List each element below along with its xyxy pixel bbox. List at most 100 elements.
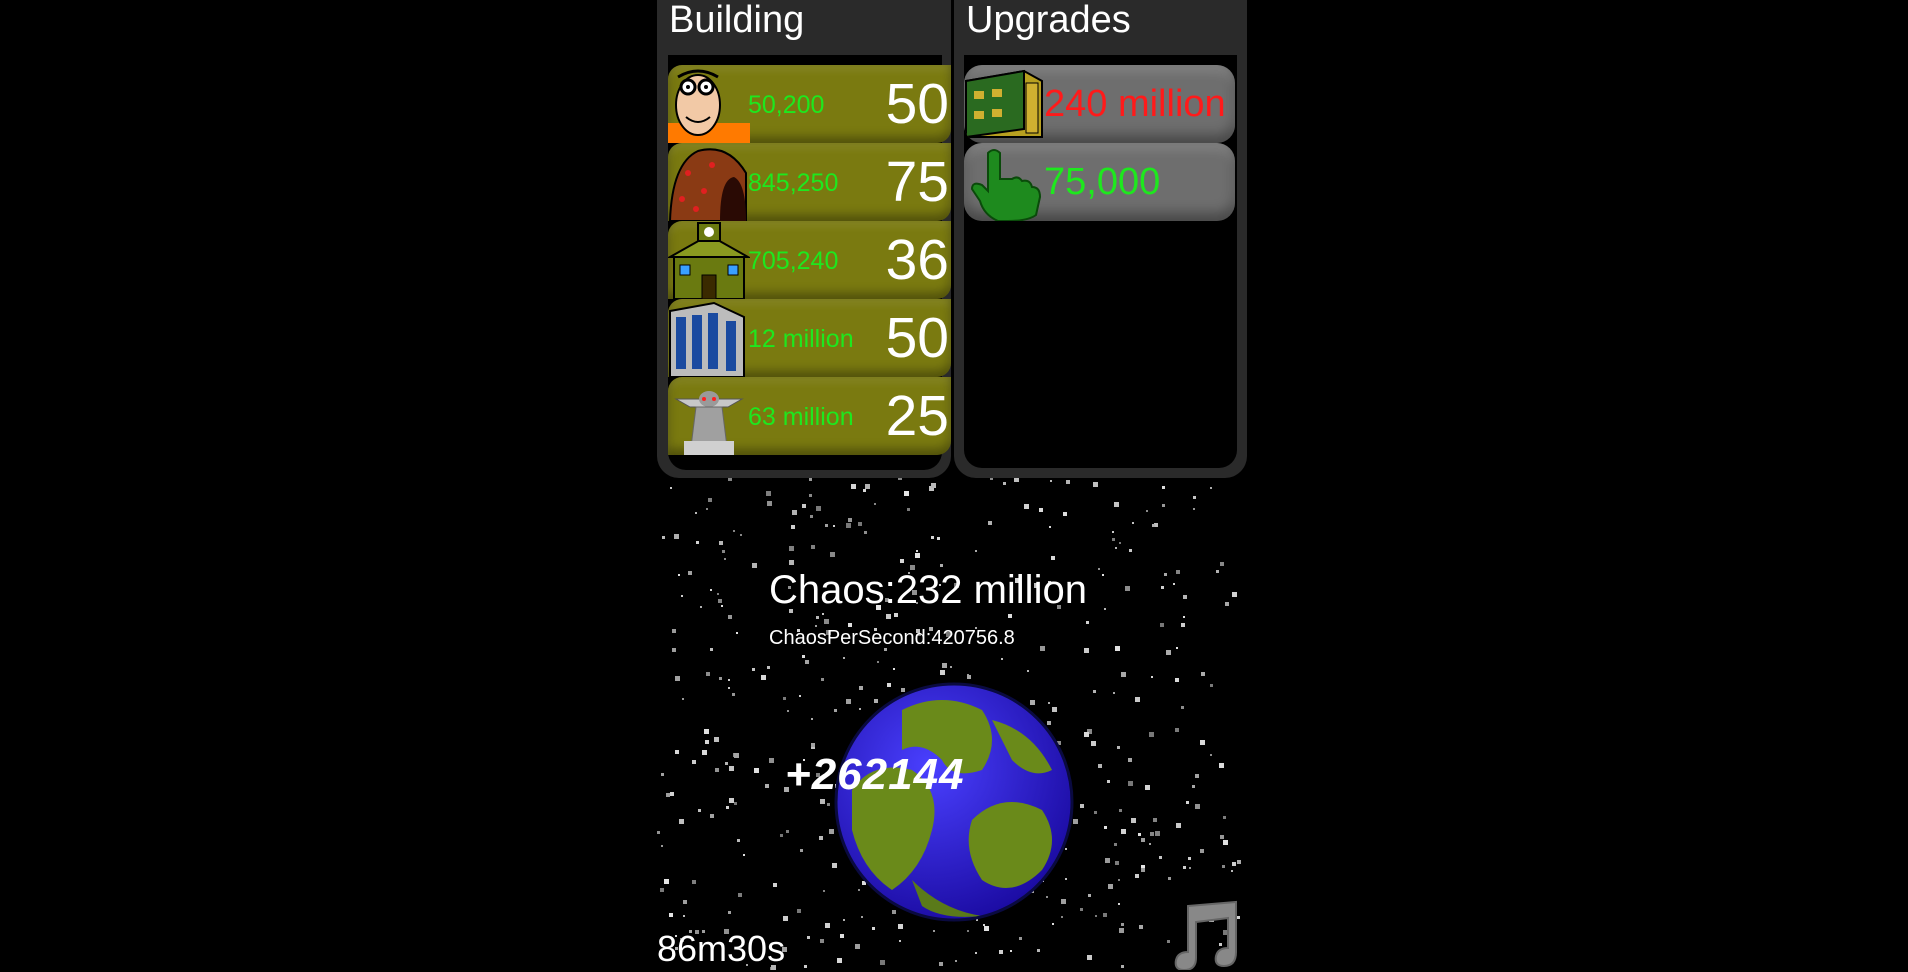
- statue-icon: [674, 391, 744, 455]
- star: [1210, 684, 1213, 687]
- star: [710, 648, 713, 651]
- star: [988, 521, 992, 525]
- star: [1113, 692, 1115, 694]
- star: [679, 819, 684, 824]
- star: [1146, 510, 1148, 512]
- scientist-icon: [668, 69, 750, 143]
- building-row-scientist[interactable]: 50,200 50: [668, 65, 951, 143]
- star: [1151, 676, 1153, 678]
- star: [931, 483, 936, 488]
- building-row-school[interactable]: 705,240 36: [668, 221, 951, 299]
- star: [823, 890, 825, 892]
- star: [725, 762, 728, 765]
- star: [705, 740, 709, 744]
- star: [824, 619, 829, 624]
- star: [1195, 774, 1199, 778]
- star: [855, 944, 860, 949]
- star: [1183, 616, 1185, 618]
- star: [942, 663, 947, 668]
- star: [1125, 586, 1130, 591]
- star: [769, 758, 774, 763]
- game-area: Building 50,200 50 845,250 75 705,240 36…: [657, 0, 1247, 972]
- star: [688, 571, 692, 575]
- star: [907, 508, 910, 511]
- star: [664, 879, 669, 884]
- star: [1091, 741, 1096, 746]
- star: [752, 668, 755, 671]
- star: [1152, 524, 1155, 527]
- star: [811, 545, 815, 549]
- star: [939, 962, 943, 966]
- star: [900, 559, 904, 563]
- star: [1200, 849, 1204, 853]
- star: [1001, 658, 1003, 660]
- upgrades-list: 240 million 75,000: [964, 55, 1237, 468]
- star: [1119, 928, 1124, 933]
- school-icon: [668, 222, 750, 299]
- star: [1150, 832, 1154, 836]
- upgrade-row-click[interactable]: 75,000: [964, 143, 1235, 221]
- star: [1119, 542, 1121, 544]
- star: [967, 930, 969, 932]
- star: [827, 803, 830, 806]
- building-row-cave[interactable]: 845,250 75: [668, 143, 951, 221]
- star: [660, 888, 664, 892]
- star: [681, 595, 683, 597]
- star: [1145, 785, 1150, 790]
- star: [1050, 480, 1052, 482]
- star: [791, 525, 795, 529]
- chaos-per-second: ChaosPerSecond:420756.8: [769, 627, 1015, 649]
- upgrades-title: Upgrades: [966, 0, 1131, 41]
- star: [858, 522, 862, 526]
- star: [1115, 646, 1120, 651]
- star: [1093, 690, 1096, 693]
- star: [710, 814, 714, 818]
- star: [802, 504, 806, 508]
- star: [877, 661, 879, 663]
- star: [1084, 648, 1089, 653]
- star: [886, 614, 891, 619]
- star: [805, 660, 809, 664]
- star: [1094, 811, 1097, 814]
- star: [1192, 785, 1195, 788]
- star: [718, 599, 722, 603]
- chaos-total: Chaos:232 million: [769, 568, 1087, 612]
- star: [1232, 592, 1237, 597]
- star: [1040, 646, 1045, 651]
- star: [1181, 706, 1184, 709]
- star: [933, 930, 935, 932]
- star: [1112, 538, 1115, 541]
- star: [833, 525, 835, 527]
- star: [670, 487, 672, 489]
- building-row-statue[interactable]: 63 million 25: [668, 377, 951, 455]
- star: [1103, 913, 1107, 917]
- upgrade-row-building[interactable]: 240 million: [964, 65, 1235, 143]
- star: [1114, 843, 1117, 846]
- star: [1051, 556, 1055, 560]
- star: [851, 484, 856, 489]
- star: [754, 768, 759, 773]
- star: [1138, 833, 1141, 836]
- star: [1003, 482, 1006, 485]
- star: [1155, 831, 1160, 836]
- earth-globe-button[interactable]: [832, 680, 1077, 925]
- star: [1220, 835, 1224, 839]
- star: [1115, 547, 1117, 549]
- star: [1149, 732, 1154, 737]
- star: [1181, 623, 1185, 627]
- star: [695, 512, 697, 514]
- star: [678, 574, 680, 576]
- star: [1027, 670, 1029, 672]
- star: [1118, 879, 1120, 881]
- star: [1195, 804, 1200, 809]
- star: [874, 503, 876, 505]
- star: [1102, 574, 1104, 576]
- music-note-icon[interactable]: [1172, 900, 1242, 970]
- star: [728, 687, 730, 689]
- building-row-office[interactable]: 12 million 50: [668, 299, 951, 377]
- star: [708, 498, 712, 502]
- star: [846, 523, 851, 528]
- star: [1167, 940, 1170, 943]
- star: [732, 693, 735, 696]
- building-panel: Building 50,200 50 845,250 75 705,240 36…: [657, 0, 951, 478]
